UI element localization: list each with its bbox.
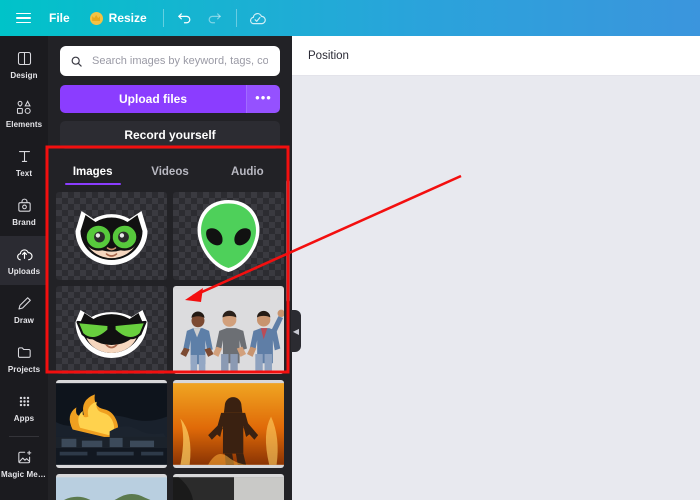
road-fire-drill-photo-art: [56, 477, 167, 500]
record-yourself-label: Record yourself: [124, 128, 216, 142]
design-canvas-area: Position: [292, 36, 700, 500]
sidebar-item-label: Brand: [12, 218, 36, 227]
canvas-toolbar: Position: [292, 36, 700, 76]
top-toolbar: File Resize: [0, 0, 700, 36]
cartoon-girl-face-art: [75, 211, 148, 265]
upload-more-options-button[interactable]: •••: [246, 85, 280, 113]
green-alien-head-art: [197, 200, 260, 272]
sidebar-item-label: Design: [10, 71, 38, 80]
rescue-worker-photo-art: [173, 477, 284, 500]
sidebar-item-label: Uploads: [7, 267, 41, 276]
magic-media-icon: [16, 448, 33, 467]
tab-label: Audio: [231, 166, 264, 178]
thumbnail-firefighter-flames-photo[interactable]: [173, 380, 284, 468]
left-sidebar-rail: Design Elements Text Brand Uploads Draw …: [0, 36, 48, 500]
tab-videos[interactable]: Videos: [131, 161, 208, 185]
sidebar-item-text[interactable]: Text: [0, 138, 48, 187]
resize-button[interactable]: Resize: [80, 0, 157, 36]
media-type-tabs: Images Videos Audio: [48, 161, 292, 185]
sidebar-item-draw[interactable]: Draw: [0, 285, 48, 334]
upload-button-group: Upload files •••: [60, 85, 280, 113]
thumbnail-rescue-worker-photo[interactable]: [173, 474, 284, 500]
position-button[interactable]: Position: [308, 50, 349, 62]
uploads-cloud-icon: [15, 245, 34, 264]
sidebar-item-label: Elements: [5, 120, 43, 129]
uploads-panel-scrollbar[interactable]: [286, 180, 290, 302]
upload-files-label: Upload files: [118, 92, 187, 106]
apps-grid-icon: [16, 392, 33, 411]
sidebar-item-elements[interactable]: Elements: [0, 89, 48, 138]
firefighter-flames-photo-art: [173, 383, 284, 465]
hamburger-icon: [16, 10, 31, 27]
tab-label: Images: [72, 166, 113, 178]
sidebar-item-apps[interactable]: Apps: [0, 383, 48, 432]
sidebar-item-label: Draw: [14, 316, 34, 325]
uploads-panel-header: Upload files ••• Record yourself: [48, 36, 292, 149]
uploads-panel: Upload files ••• Record yourself Images …: [48, 36, 292, 500]
toolbar-divider-1: [162, 9, 164, 27]
ellipsis-icon: •••: [255, 89, 272, 105]
undo-icon: [178, 12, 191, 23]
refinery-fire-photo-art: [56, 383, 167, 465]
thumbnail-road-fire-drill-photo[interactable]: [56, 474, 167, 500]
upload-files-button[interactable]: Upload files: [60, 85, 246, 113]
three-men-photo-art: [173, 289, 284, 371]
thumbnail-three-men-photo[interactable]: [173, 286, 284, 374]
sidebar-item-label: Text: [15, 169, 33, 178]
sidebar-item-label: Magic Med...: [1, 470, 47, 479]
crown-icon: [89, 11, 103, 25]
thumbnail-sunglasses-face[interactable]: [56, 286, 167, 374]
resize-label: Resize: [108, 11, 147, 25]
sidebar-item-projects[interactable]: Projects: [0, 334, 48, 383]
file-menu-button[interactable]: File: [39, 0, 80, 36]
search-bar[interactable]: [60, 46, 280, 76]
search-input[interactable]: [90, 54, 270, 68]
thumbnail-green-alien-head[interactable]: [173, 192, 284, 280]
redo-button[interactable]: [200, 0, 230, 36]
thumbnail-cartoon-girl-face[interactable]: [56, 192, 167, 280]
sidebar-item-label: Apps: [13, 414, 35, 423]
sunglasses-face-art: [75, 310, 148, 358]
record-yourself-button[interactable]: Record yourself: [60, 121, 280, 149]
elements-icon: [15, 98, 33, 117]
sidebar-item-label: Projects: [7, 365, 41, 374]
sidebar-item-uploads[interactable]: Uploads: [0, 236, 48, 285]
brand-icon: [16, 196, 33, 215]
cloud-save-status-button[interactable]: [243, 0, 273, 36]
tab-label: Videos: [151, 166, 189, 178]
tab-audio[interactable]: Audio: [209, 161, 286, 185]
draw-pen-icon: [16, 294, 33, 313]
projects-folder-icon: [16, 343, 33, 362]
sidebar-item-brand[interactable]: Brand: [0, 187, 48, 236]
toolbar-divider-2: [235, 9, 237, 27]
uploads-thumbnail-grid: [48, 192, 292, 500]
search-icon: [71, 56, 82, 67]
tab-images[interactable]: Images: [54, 161, 131, 185]
redo-icon: [208, 12, 221, 23]
position-label: Position: [308, 49, 349, 62]
sidebar-divider: [9, 436, 39, 437]
undo-button[interactable]: [170, 0, 200, 36]
panel-collapse-handle[interactable]: ◀: [291, 310, 301, 352]
design-icon: [16, 49, 33, 68]
file-menu-label: File: [49, 11, 70, 25]
chevron-left-icon: ◀: [292, 326, 300, 336]
main-menu-button[interactable]: [8, 0, 39, 36]
cloud-check-icon: [250, 12, 267, 24]
sidebar-item-magic-media[interactable]: Magic Med...: [0, 439, 48, 488]
thumbnail-refinery-fire-photo[interactable]: [56, 380, 167, 468]
text-icon: [16, 147, 33, 166]
canva-editor-window: File Resize Design Elements Text Brand U…: [0, 0, 700, 500]
sidebar-item-design[interactable]: Design: [0, 40, 48, 89]
